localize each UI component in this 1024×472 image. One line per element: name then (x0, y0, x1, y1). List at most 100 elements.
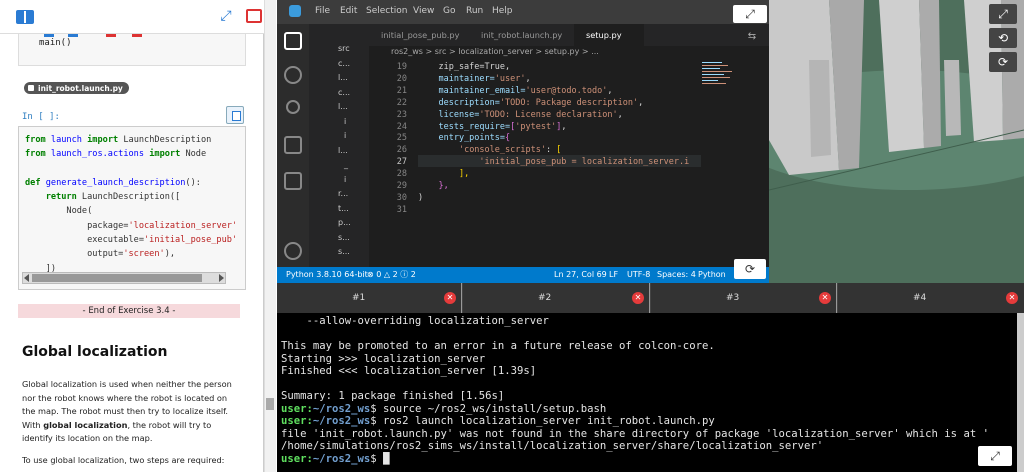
slides-icon[interactable] (246, 9, 262, 23)
language-mode[interactable]: Python (698, 267, 726, 283)
code-line: Node( (25, 204, 237, 218)
code-scrollbar-thumb[interactable] (32, 274, 202, 282)
code-line-token: def (25, 177, 41, 188)
editor-code[interactable]: zip_safe=True, maintainer='user', mainta… (418, 62, 689, 217)
refresh-icon[interactable]: ⟳ (734, 259, 766, 279)
menu-edit[interactable]: Edit (340, 6, 357, 16)
expand-icon[interactable]: ⤢ (218, 8, 234, 24)
line-number: 29 (396, 181, 407, 192)
terminal-tab-1[interactable]: #1 ✕ (277, 283, 462, 313)
indent-spaces[interactable]: Spaces: 4 (657, 267, 696, 283)
editor-line-token: : (545, 145, 557, 156)
code-line-token: from (25, 149, 46, 160)
code-line-token: (): (185, 177, 201, 188)
code-line-token: package= (25, 220, 129, 231)
section-heading: Global localization (22, 344, 168, 360)
terminal-tab-2[interactable]: #2 ✕ (463, 283, 650, 313)
editor-scrollbar[interactable] (757, 60, 767, 267)
search-icon[interactable] (284, 66, 302, 84)
vscode-logo-icon (289, 5, 301, 17)
minimap[interactable] (700, 60, 740, 120)
terminal-tab-label: #1 (352, 293, 366, 303)
reset-view-icon[interactable]: ⟲ (989, 28, 1017, 48)
terminal-line-token: user: (281, 452, 313, 465)
copy-button[interactable] (226, 106, 244, 124)
code-fragment-marks (36, 34, 186, 38)
menu-help[interactable]: Help (492, 6, 513, 16)
scroll-left-icon[interactable] (24, 274, 29, 282)
fullscreen-sim-icon[interactable]: ⤢ (989, 4, 1017, 24)
breadcrumb[interactable]: ros2_ws > src > localization_server > se… (369, 46, 769, 60)
split-editor-icon[interactable]: ⇆ (745, 30, 759, 42)
code-cell-fragment: main() (18, 34, 246, 66)
problems-count[interactable]: ⊗ 0 △ 2 ⓘ 2 (367, 267, 416, 283)
refresh-sim-icon[interactable]: ⟳ (989, 52, 1017, 72)
fullscreen-terminal-icon[interactable]: ⤢ (978, 446, 1012, 466)
line-number: 27 (396, 157, 407, 168)
book-icon[interactable] (16, 10, 34, 24)
explorer-tree-item[interactable]: l... (338, 73, 348, 82)
menu-run[interactable]: Run (466, 6, 483, 16)
menu-go[interactable]: Go (443, 6, 455, 16)
code-line-token: executable= (25, 235, 144, 246)
explorer-tree-item[interactable]: c... (338, 88, 350, 97)
explorer-tree-item[interactable]: s... (338, 247, 350, 256)
terminal-scrollbar[interactable] (1017, 313, 1024, 472)
editor-line-token: 'initial_pose_pub = localization_server.… (479, 157, 690, 168)
close-icon[interactable]: ✕ (819, 292, 831, 304)
explorer-tree-item[interactable]: _ (344, 160, 348, 169)
explorer-tree-item[interactable]: c... (338, 59, 350, 68)
fullscreen-icon[interactable]: ⤢ (733, 5, 767, 23)
line-number: 22 (396, 97, 407, 108)
terminal[interactable]: --allow-overriding localization_server T… (277, 313, 1017, 472)
tab-initial-pose-pub[interactable]: initial_pose_pub.py (369, 24, 467, 46)
terminal-line: file 'init_robot.launch.py' was not foun… (281, 428, 989, 441)
simulation-view[interactable] (769, 0, 1024, 283)
tab-init-robot-launch[interactable]: init_robot.launch.py (469, 24, 573, 46)
close-icon[interactable]: ✕ (444, 292, 456, 304)
explorer-tree-item[interactable]: l... (338, 102, 348, 111)
terminal-line: user:~/ros2_ws$ █ (281, 453, 989, 466)
extensions-icon[interactable] (284, 172, 302, 190)
notebook-scrollbar-thumb[interactable] (266, 398, 274, 410)
scroll-right-icon[interactable] (219, 274, 224, 282)
file-tag: init_robot.launch.py (24, 82, 129, 94)
settings-gear-icon[interactable] (284, 242, 302, 260)
line-numbers: 19 20 21 22 23 24 25 26 27 28 29 30 31 (381, 62, 407, 217)
line-number: 26 (396, 145, 407, 156)
cursor-position[interactable]: Ln 27, Col 69 (554, 267, 607, 283)
explorer-tree-item[interactable]: p... (338, 218, 351, 227)
explorer-tree-item[interactable]: t... (338, 204, 349, 213)
explorer-tree-item[interactable]: s... (338, 233, 350, 242)
terminal-line-token: Starting >>> localization_server (281, 352, 486, 365)
editor-line-token: ], (458, 169, 470, 180)
tab-setup-py[interactable]: setup.py (574, 24, 644, 46)
code-cell[interactable]: from launch import LaunchDescription from… (18, 126, 246, 290)
explorer-tree-item[interactable]: l... (338, 146, 348, 155)
explorer-tree-item[interactable]: i (344, 175, 346, 184)
source-control-icon[interactable] (286, 100, 300, 114)
line-ending[interactable]: LF (609, 267, 618, 283)
editor-line-token: 'pytest' (515, 121, 557, 132)
terminal-tab-label: #2 (538, 293, 552, 303)
terminal-tab-3[interactable]: #3 ✕ (651, 283, 837, 313)
explorer-icon[interactable] (284, 32, 302, 50)
menu-view[interactable]: View (413, 6, 434, 16)
menu-selection[interactable]: Selection (366, 6, 407, 16)
python-interpreter[interactable]: Python 3.8.10 64-bit (286, 267, 368, 283)
explorer-tree-item[interactable]: i (344, 117, 346, 126)
explorer-tree-item[interactable]: src (338, 44, 350, 53)
menu-file[interactable]: File (315, 6, 330, 16)
file-encoding[interactable]: UTF-8 (627, 267, 650, 283)
terminal-tab-4[interactable]: #4 ✕ (838, 283, 1024, 313)
editor-line-token: maintainer_email= (418, 85, 526, 96)
close-icon[interactable]: ✕ (1006, 292, 1018, 304)
run-debug-icon[interactable] (284, 136, 302, 154)
code-line-token: launch (50, 135, 82, 145)
editor-line-token: 'user@todo.todo' (525, 85, 608, 96)
terminal-line-token: $ source ~/ros2_ws/install/setup.bash (370, 402, 607, 415)
explorer-tree-item[interactable]: r... (338, 189, 348, 198)
close-icon[interactable]: ✕ (632, 292, 644, 304)
explorer-tree-item[interactable]: i (344, 131, 346, 140)
terminal-line-token: This may be promoted to an error in a fu… (281, 340, 715, 352)
